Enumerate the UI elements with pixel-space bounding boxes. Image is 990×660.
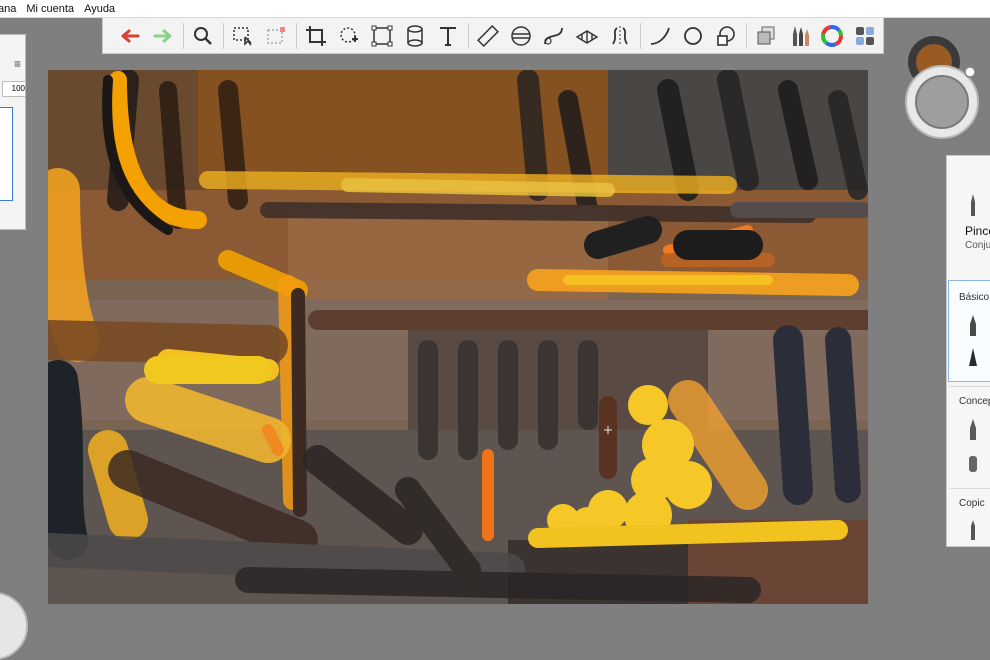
pencil-brush-icon[interactable] [967,418,979,440]
transform-button[interactable] [334,21,364,51]
layer-thumbnail[interactable] [0,107,13,201]
text-icon [440,26,456,46]
menu-item-ventana[interactable]: ana [0,3,16,15]
section-copic-label: Copic [959,498,985,509]
perspective-guide-icon [575,29,599,44]
cylinder-button[interactable] [400,21,430,51]
pencil-brush-icon [971,194,975,216]
zoom-icon [194,26,212,45]
section-basic-label: Básico [959,292,990,303]
brush-group-separator [949,488,990,489]
opacity-field[interactable]: 100 [2,81,26,97]
ellipse-guide-icon [511,25,531,46]
symmetry-icon [612,25,628,46]
select-button[interactable] [228,21,258,51]
stroke-button[interactable] [645,21,675,51]
stroke-icon [650,27,670,45]
menu-item-mi-cuenta[interactable]: Mi cuenta [26,3,74,15]
undo-icon [121,29,140,42]
zoom-button[interactable] [188,21,218,51]
toolbar-separator [183,22,184,49]
copic-marker-icon[interactable] [967,518,979,540]
toolbar-separator [223,22,224,49]
shape-button[interactable] [711,21,741,51]
lasso-select-button[interactable] [261,21,291,51]
ruler-icon [477,24,499,47]
redo-button[interactable] [148,21,178,51]
curve-guide-button[interactable] [539,21,569,51]
color-wheel-button[interactable] [817,21,847,51]
distort-icon [371,25,393,46]
undo-button[interactable] [115,21,145,51]
drawing-canvas[interactable] [48,70,868,604]
text-button[interactable] [433,21,463,51]
layer-panel[interactable]: ≡ 100 [0,34,26,230]
circle-icon [684,26,702,45]
circle-button[interactable] [678,21,708,51]
brush-set-title: Pince [965,224,990,238]
ruler-button[interactable] [473,21,503,51]
toolbar-separator [468,22,469,49]
ink-pen-icon[interactable] [967,346,979,368]
shape-icon [717,25,735,46]
menu-bar: ana Mi cuenta Ayuda [0,0,990,18]
lasso-select-icon [267,26,285,44]
color-puck[interactable] [898,36,982,142]
color-wheel-icon [821,24,843,47]
pencil-brush-icon[interactable] [967,314,979,336]
toolbar-separator [640,22,641,49]
crop-icon [306,25,326,46]
symmetry-button[interactable] [605,21,635,51]
canvas-painting [48,70,868,604]
layers-button[interactable] [751,21,781,51]
brush-library-panel[interactable]: Pince Conju Básico Concep Copic [946,155,990,547]
cylinder-icon [407,24,423,47]
section-concept-label: Concep [959,396,990,407]
redo-icon [153,29,172,42]
layers-icon [757,26,775,44]
perspective-guide-button[interactable] [572,21,602,51]
select-icon [233,26,252,46]
marker-brush-icon[interactable] [967,452,979,474]
crop-button[interactable] [301,21,331,51]
transform-icon [340,26,358,43]
library-icon [856,26,874,45]
menu-item-ayuda[interactable]: Ayuda [84,3,115,15]
distort-button[interactable] [367,21,397,51]
brush-group-separator [949,386,990,387]
hamburger-icon[interactable]: ≡ [14,57,21,71]
library-button[interactable] [850,21,880,51]
brushes-button[interactable] [784,21,814,51]
puck-graphic [905,36,979,139]
brushes-icon [793,25,809,46]
toolbar-separator [746,22,747,49]
corner-dial[interactable] [0,592,28,660]
brush-set-subtitle: Conju [965,240,990,251]
main-toolbar [102,18,884,54]
toolbar-separator [296,22,297,49]
curve-guide-icon [544,27,563,45]
ellipse-guide-button[interactable] [506,21,536,51]
